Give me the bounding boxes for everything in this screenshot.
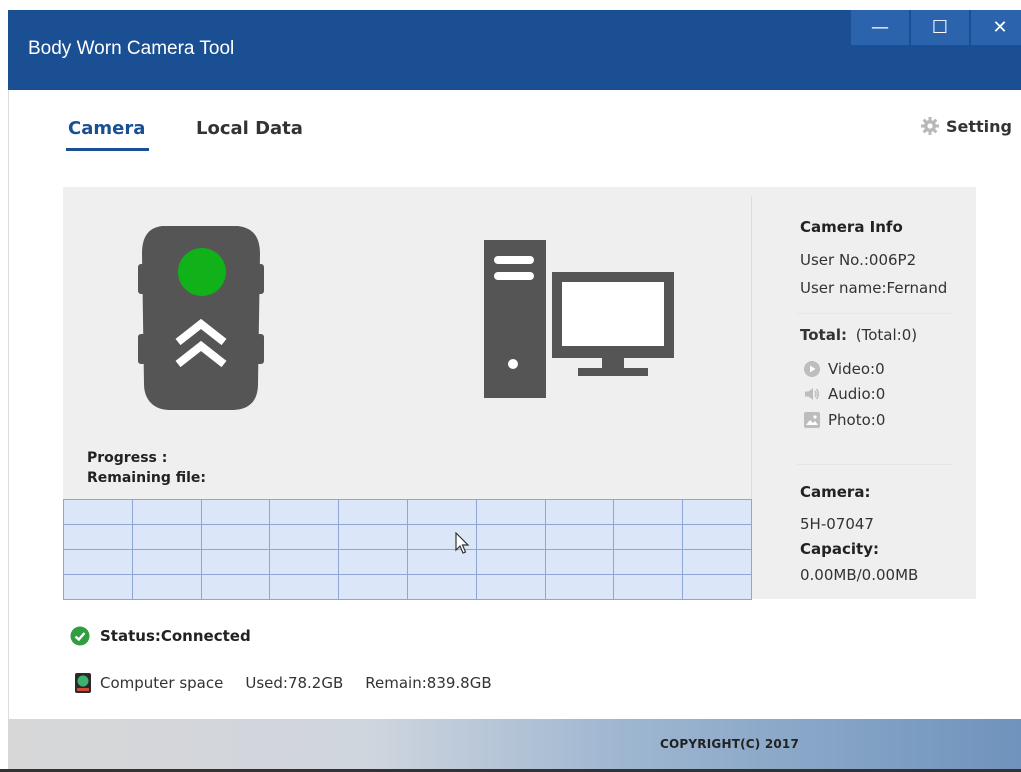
footer-bar: COPYRIGHT(C) 2017	[8, 719, 1021, 769]
video-count: Video:0	[828, 360, 885, 378]
tab-local-data[interactable]: Local Data	[196, 118, 303, 139]
hard-drive-icon	[75, 673, 91, 693]
setting-label: Setting	[946, 116, 1012, 136]
camera-info-heading: Camera Info	[800, 218, 903, 236]
copyright-text: COPYRIGHT(C) 2017	[660, 737, 800, 751]
remaining-space: Remain:839.8GB	[365, 674, 492, 692]
transfer-status-labels: Progress : Remaining file:	[87, 448, 206, 488]
camera-id: 5H-07047	[800, 515, 874, 533]
tab-camera[interactable]: Camera	[65, 118, 150, 151]
gear-icon	[921, 117, 939, 135]
photo-count-row: Photo:0	[804, 411, 885, 429]
user-number: User No.:006P2	[800, 251, 917, 269]
user-name: User name:Fernand	[800, 279, 948, 297]
photo-count: Photo:0	[828, 411, 886, 429]
audio-count-row: Audio:0	[804, 385, 885, 403]
check-circle-icon	[70, 626, 90, 646]
title-bar: Body Worn Camera Tool — ☐ ✕	[8, 10, 1021, 90]
remaining-file-label: Remaining file:	[87, 470, 207, 486]
minimize-button[interactable]: —	[851, 10, 909, 45]
background-document-strip	[0, 0, 1021, 10]
computer-space-label: Computer space	[100, 674, 224, 692]
info-separator	[797, 464, 952, 465]
computer-space-info: Computer space Used:78.2GB Remain:839.8G…	[74, 672, 492, 694]
setting-button[interactable]: Setting	[920, 116, 1012, 136]
photo-icon	[804, 412, 820, 428]
connection-status: Status:Connected	[70, 626, 251, 646]
video-count-row: Video:0	[804, 360, 885, 378]
status-text: Status:Connected	[100, 627, 251, 645]
audio-count: Audio:0	[828, 385, 886, 403]
computer-icon	[484, 240, 674, 398]
app-title: Body Worn Camera Tool	[28, 38, 235, 59]
total-value: (Total:0)	[855, 326, 918, 344]
close-button[interactable]: ✕	[971, 10, 1021, 45]
transfer-progress-grid	[63, 499, 752, 600]
capacity-value: 0.00MB/0.00MB	[800, 566, 919, 584]
used-space: Used:78.2GB	[245, 674, 344, 692]
camera-label: Camera:	[800, 483, 871, 501]
maximize-button[interactable]: ☐	[911, 10, 969, 45]
audio-icon	[805, 388, 819, 400]
mouse-cursor-icon	[455, 532, 470, 554]
info-separator	[797, 313, 952, 314]
total-row: Total: (Total:0)	[800, 326, 917, 344]
total-label: Total:	[800, 326, 847, 344]
capacity-label: Capacity:	[800, 540, 879, 558]
body-camera-icon	[138, 226, 264, 410]
progress-label: Progress :	[87, 450, 168, 466]
video-icon	[804, 361, 820, 377]
